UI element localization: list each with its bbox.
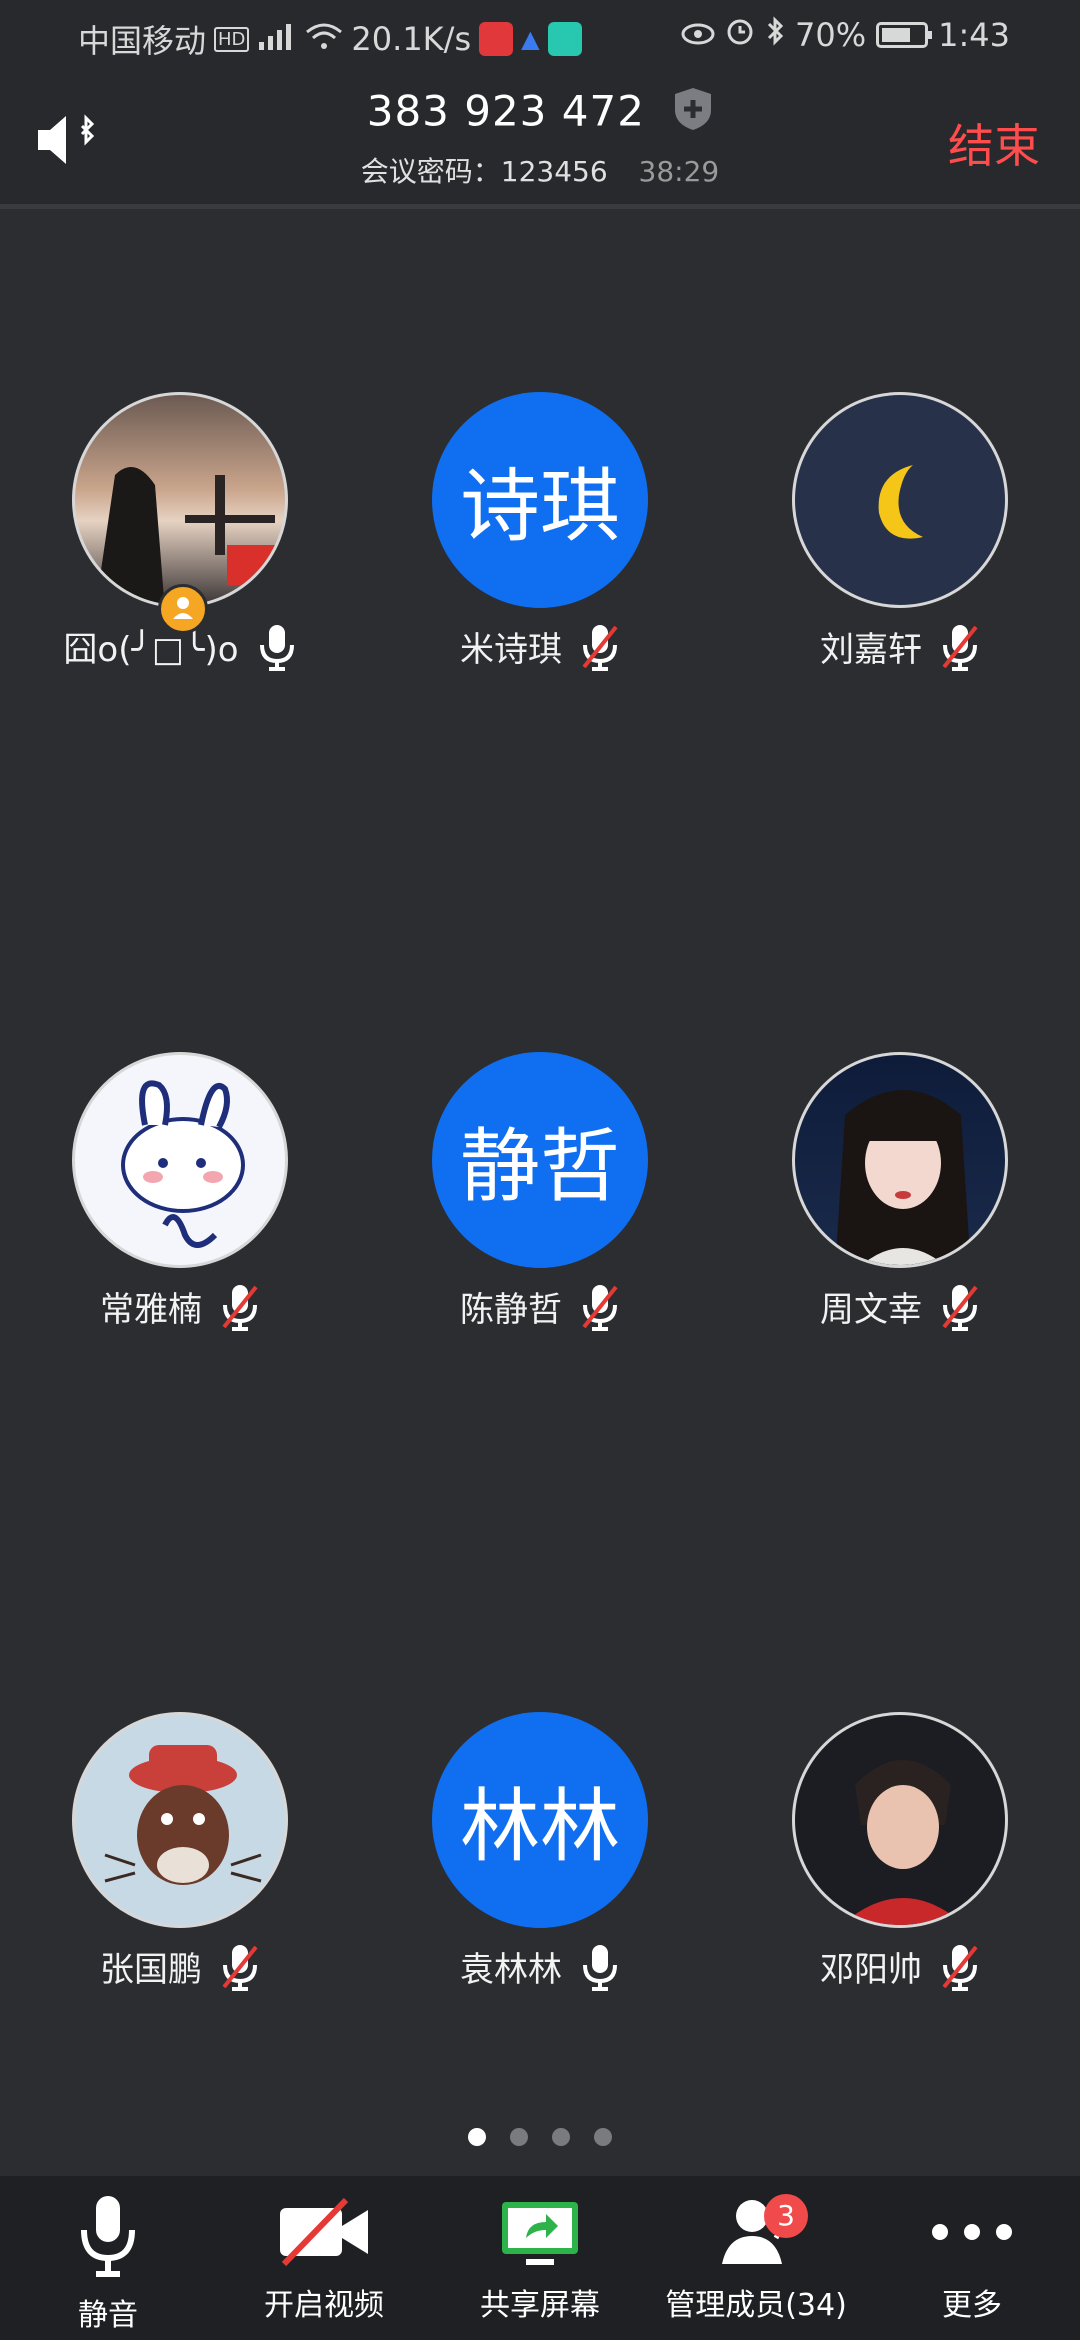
moon-icon bbox=[878, 465, 923, 539]
participant-name-row: 米诗琪 bbox=[360, 622, 720, 671]
participant-name-row: 陈静哲 bbox=[360, 1282, 720, 1331]
start-video-button[interactable]: 开启视频 bbox=[216, 2194, 432, 2324]
participant-name: 米诗琪 bbox=[460, 630, 562, 670]
avatar bbox=[72, 1712, 288, 1928]
shield-icon[interactable] bbox=[673, 86, 713, 142]
participant-name: 张国鹏 bbox=[100, 1950, 202, 1990]
participant-name-row: 刘嘉轩 bbox=[720, 622, 1080, 671]
avatar bbox=[792, 1712, 1008, 1928]
avatar bbox=[792, 1052, 1008, 1268]
clock: 1:43 bbox=[938, 16, 1010, 54]
mic-muted-icon bbox=[220, 1943, 260, 1991]
start-video-label: 开启视频 bbox=[264, 2288, 384, 2323]
participant-tile[interactable]: 周文幸 bbox=[720, 1052, 1080, 1331]
share-screen-button[interactable]: 共享屏幕 bbox=[432, 2194, 648, 2324]
host-badge-icon bbox=[158, 584, 208, 634]
more-dots-icon bbox=[932, 2224, 1012, 2240]
participant-name: 囧o(╯□╰)o bbox=[63, 630, 239, 670]
mic-muted-icon bbox=[940, 1283, 980, 1331]
mic-muted-icon bbox=[940, 623, 980, 671]
participant-tile[interactable]: 常雅楠 bbox=[0, 1052, 360, 1331]
portrait-photo bbox=[835, 1090, 971, 1265]
participant-tile[interactable]: 刘嘉轩 bbox=[720, 392, 1080, 671]
cartoon-rabbit-icon bbox=[104, 1745, 262, 1885]
participant-name-row: 邓阳帅 bbox=[720, 1942, 1080, 1991]
mic-muted-icon bbox=[580, 1283, 620, 1331]
password-label: 会议密码： bbox=[360, 155, 501, 188]
video-off-icon bbox=[280, 2197, 368, 2267]
participant-tile[interactable]: 邓阳帅 bbox=[720, 1712, 1080, 1991]
meeting-header: 383 923 472 会议密码：123456 38:29 结束 bbox=[0, 72, 1080, 209]
manage-members-label: 管理成员(34) bbox=[665, 2288, 847, 2323]
meeting-id-row: 383 923 472 bbox=[0, 86, 1080, 142]
bottom-toolbar: 静音 开启视频 共享屏幕 3 管理成员(34) 更多 bbox=[0, 2176, 1080, 2340]
participant-tile[interactable]: 张国鹏 bbox=[0, 1712, 360, 1991]
mic-muted-icon bbox=[220, 1283, 260, 1331]
avatar: 诗琪 bbox=[432, 392, 648, 608]
avatar bbox=[72, 1052, 288, 1268]
share-screen-icon bbox=[502, 2202, 578, 2265]
hd-badge: HD bbox=[214, 26, 250, 52]
mute-button[interactable]: 静音 bbox=[0, 2194, 216, 2334]
share-screen-label: 共享屏幕 bbox=[480, 2288, 600, 2323]
recorder-app-icon bbox=[479, 22, 514, 56]
microphone-icon bbox=[81, 2196, 135, 2277]
status-bar: 中国移动 HD 20.1K/s ▲ 70% 1:43 bbox=[0, 0, 1080, 72]
bunny-icon bbox=[121, 1080, 245, 1248]
participant-name-row: 周文幸 bbox=[720, 1282, 1080, 1331]
wifi-icon bbox=[305, 20, 343, 58]
participant-name: 袁林林 bbox=[460, 1950, 562, 1990]
mute-label: 静音 bbox=[78, 2298, 138, 2333]
end-meeting-button[interactable]: 结束 bbox=[948, 110, 1040, 176]
meeting-id: 383 923 472 bbox=[366, 86, 645, 136]
avatar: 静哲 bbox=[432, 1052, 648, 1268]
carrier-label: 中国移动 bbox=[78, 22, 207, 60]
avatar bbox=[72, 392, 288, 608]
avatar bbox=[792, 392, 1008, 608]
more-button[interactable]: 更多 bbox=[864, 2194, 1080, 2324]
participant-tile[interactable]: 诗琪 米诗琪 bbox=[360, 392, 720, 671]
members-badge: 3 bbox=[764, 2194, 808, 2238]
battery-icon bbox=[876, 22, 933, 48]
mic-muted-icon bbox=[580, 623, 620, 671]
participant-tile[interactable]: 林林 袁林林 bbox=[360, 1712, 720, 1991]
net-speed: 20.1K/s bbox=[351, 20, 472, 58]
participant-name: 刘嘉轩 bbox=[820, 630, 922, 670]
eye-icon bbox=[681, 16, 715, 54]
page-dot[interactable] bbox=[552, 2128, 570, 2146]
participant-name: 邓阳帅 bbox=[820, 1950, 922, 1990]
page-dot[interactable] bbox=[594, 2128, 612, 2146]
page-dot[interactable] bbox=[510, 2128, 528, 2146]
page-dot[interactable] bbox=[468, 2128, 486, 2146]
participant-name-row: 常雅楠 bbox=[0, 1282, 360, 1331]
mic-muted-icon bbox=[940, 1943, 980, 1991]
mic-on-icon bbox=[257, 623, 297, 671]
page-indicator bbox=[0, 2128, 1080, 2146]
more-label: 更多 bbox=[942, 2288, 1002, 2323]
meeting-password-row: 会议密码：123456 38:29 bbox=[0, 150, 1080, 190]
meeting-timer: 38:29 bbox=[638, 155, 720, 188]
battery-percent: 70% bbox=[795, 16, 867, 54]
password-value: 123456 bbox=[500, 155, 608, 188]
game-app-icon bbox=[547, 22, 582, 56]
participant-name-row: 袁林林 bbox=[360, 1942, 720, 1991]
participant-name: 周文幸 bbox=[820, 1290, 922, 1330]
participant-tile[interactable]: 静哲 陈静哲 bbox=[360, 1052, 720, 1331]
feishu-icon: ▲ bbox=[521, 25, 540, 53]
participant-name: 常雅楠 bbox=[100, 1290, 202, 1330]
participant-name-row: 张国鹏 bbox=[0, 1942, 360, 1991]
avatar: 林林 bbox=[432, 1712, 648, 1928]
portrait-photo bbox=[841, 1760, 965, 1925]
signal-icon bbox=[257, 20, 297, 58]
participant-name: 陈静哲 bbox=[460, 1290, 562, 1330]
bluetooth-icon bbox=[765, 16, 785, 54]
manage-members-button[interactable]: 3 管理成员(34) bbox=[648, 2194, 864, 2324]
alarm-icon bbox=[725, 16, 755, 54]
mic-on-icon bbox=[580, 1943, 620, 1991]
